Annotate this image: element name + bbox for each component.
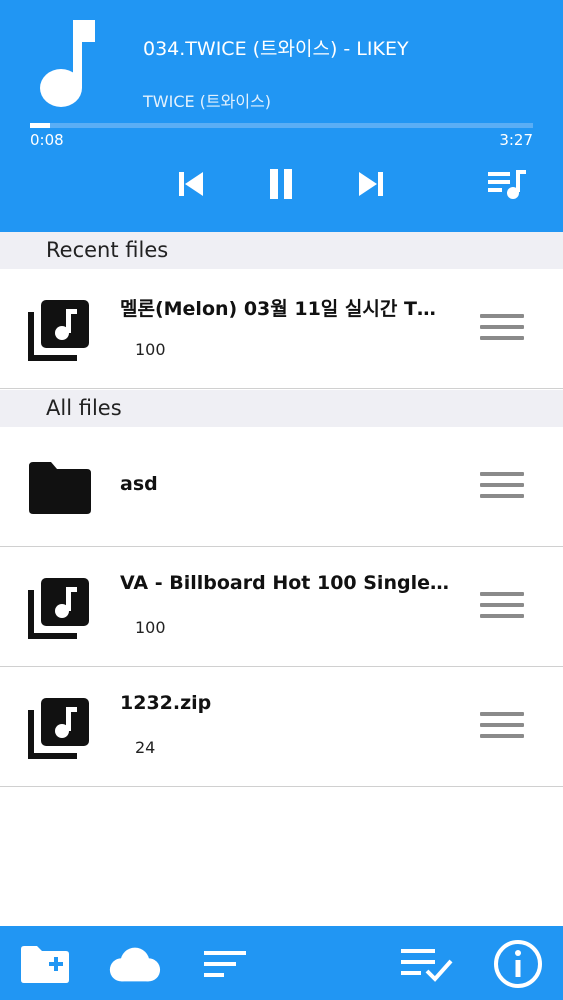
all-files-header: All files xyxy=(0,390,563,427)
menu-icon[interactable] xyxy=(480,472,524,502)
recent-files-header: Recent files xyxy=(0,232,563,269)
music-library-icon xyxy=(28,578,89,639)
file-name: 멜론(Melon) 03월 11일 실시간 TOP 100 xyxy=(120,298,450,320)
file-count: 100 xyxy=(135,618,166,637)
list-item[interactable]: 1232.zip 24 xyxy=(0,668,563,787)
sort-button[interactable] xyxy=(197,936,253,992)
elapsed-time: 0:08 xyxy=(30,131,64,149)
menu-icon[interactable] xyxy=(480,592,524,622)
file-name: 1232.zip xyxy=(120,692,212,714)
skip-previous-icon xyxy=(179,172,203,196)
cloud-button[interactable] xyxy=(106,936,162,992)
menu-icon[interactable] xyxy=(480,712,524,742)
pause-button[interactable] xyxy=(263,166,299,202)
list-item[interactable]: VA - Billboard Hot 100 Singles Chart 100 xyxy=(0,548,563,667)
track-title: 034.TWICE (트와이스) - LIKEY xyxy=(143,38,409,60)
pause-icon xyxy=(270,169,292,199)
menu-icon[interactable] xyxy=(480,314,524,344)
folder-icon xyxy=(29,462,91,514)
file-count: 24 xyxy=(135,738,156,757)
now-playing-panel: 034.TWICE (트와이스) - LIKEY TWICE (트와이스) 0:… xyxy=(0,0,563,232)
file-count: 100 xyxy=(135,340,166,359)
queue-music-icon xyxy=(488,170,526,199)
info-icon xyxy=(494,940,542,988)
section-title: All files xyxy=(46,396,122,420)
playlist-check-icon xyxy=(401,949,453,982)
select-button[interactable] xyxy=(398,936,454,992)
next-button[interactable] xyxy=(353,166,389,202)
progress-fill xyxy=(30,123,51,128)
list-item[interactable]: asd xyxy=(0,428,563,547)
skip-next-icon xyxy=(359,172,383,196)
add-folder-icon xyxy=(21,946,69,983)
music-note-icon xyxy=(40,20,95,107)
track-artist: TWICE (트와이스) xyxy=(143,92,272,111)
section-title: Recent files xyxy=(46,238,169,262)
add-folder-button[interactable] xyxy=(17,936,73,992)
list-item[interactable]: 멜론(Melon) 03월 11일 실시간 TOP 100 100 xyxy=(0,270,563,389)
total-time: 3:27 xyxy=(499,131,533,149)
info-button[interactable] xyxy=(490,936,546,992)
bottom-toolbar xyxy=(0,926,563,1000)
progress-bar[interactable] xyxy=(30,123,533,128)
file-name: asd xyxy=(120,473,158,495)
queue-button[interactable] xyxy=(487,166,529,202)
sort-icon xyxy=(204,951,246,977)
music-library-icon xyxy=(28,698,89,759)
previous-button[interactable] xyxy=(173,166,209,202)
file-name: VA - Billboard Hot 100 Singles Chart xyxy=(120,572,450,594)
cloud-icon xyxy=(109,947,161,982)
music-library-icon xyxy=(28,300,89,361)
